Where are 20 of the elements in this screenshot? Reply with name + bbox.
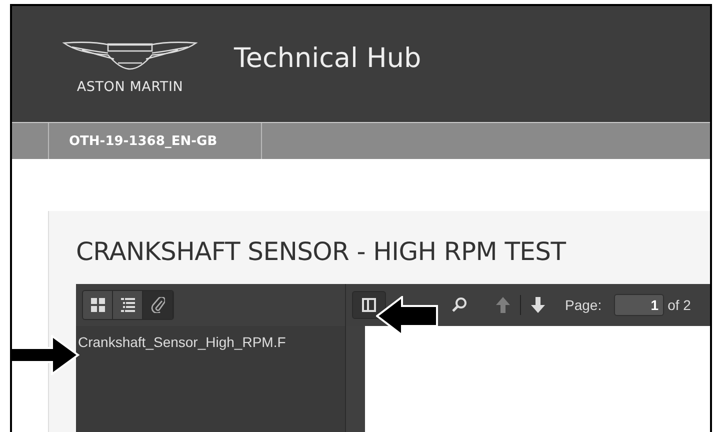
page-total: of 2 — [668, 297, 691, 313]
sidebar-toggle-icon — [362, 298, 376, 312]
grid-icon — [90, 298, 104, 312]
document-title: CRANKSHAFT SENSOR - HIGH RPM TEST — [76, 237, 568, 266]
logo-text: ASTON MARTIN — [76, 79, 184, 95]
attachments-button[interactable] — [143, 291, 173, 319]
page-number-field[interactable]: 1 — [614, 294, 664, 316]
site-title: Technical Hub — [234, 42, 422, 74]
list-icon — [120, 298, 134, 312]
arrow-up-icon — [496, 297, 510, 313]
search-icon — [451, 297, 467, 313]
thumbnails-button[interactable] — [83, 291, 113, 319]
paperclip-icon — [150, 297, 164, 313]
arrow-left-icon — [376, 296, 438, 336]
page-label: Page: — [565, 297, 602, 313]
sidebar-button[interactable] — [352, 291, 386, 319]
arrow-down-icon — [531, 297, 545, 313]
outline-button[interactable] — [113, 291, 143, 319]
attachment-item[interactable]: Crankshaft_Sensor_High_RPM.F — [78, 334, 286, 350]
winged-logo-icon — [62, 39, 198, 71]
